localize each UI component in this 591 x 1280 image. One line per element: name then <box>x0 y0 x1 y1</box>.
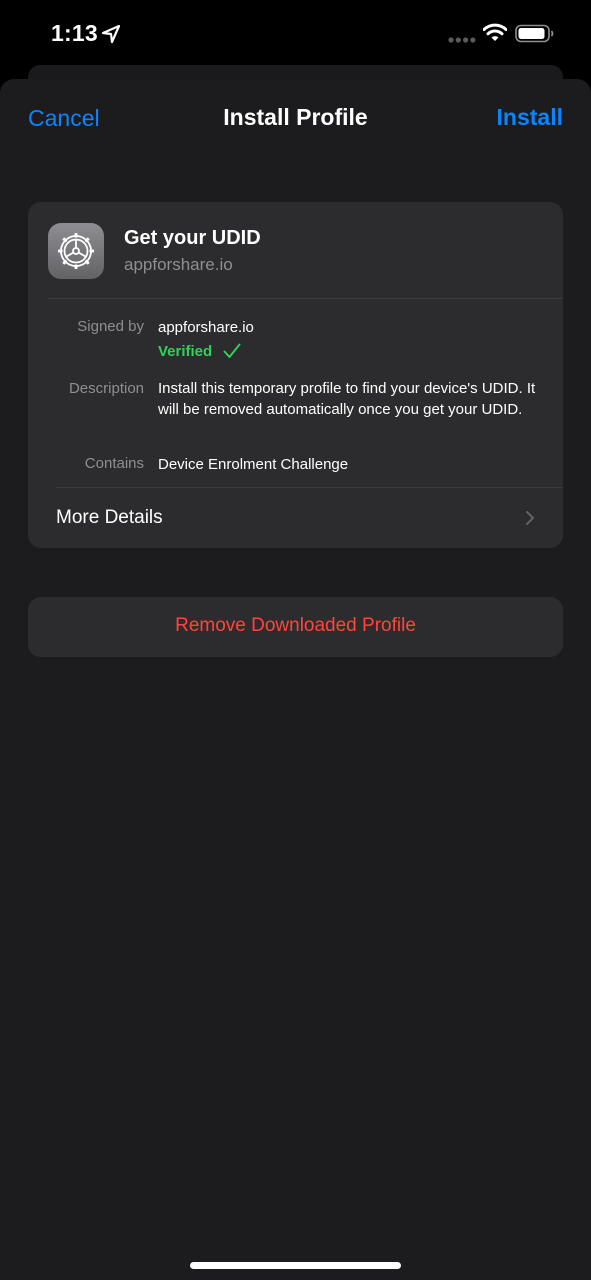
battery-icon <box>515 24 554 43</box>
status-time: 1:13 <box>51 20 98 46</box>
signed-by-value: appforshare.io <box>158 319 254 336</box>
profile-domain: appforshare.io <box>124 255 233 274</box>
checkmark-icon <box>223 343 241 358</box>
location-arrow-icon <box>101 24 121 44</box>
profile-card: Get your UDID appforshare.io Signed by a… <box>28 202 563 548</box>
remove-downloaded-profile-label: Remove Downloaded Profile <box>175 615 416 636</box>
profile-name: Get your UDID <box>124 227 261 249</box>
verified-label: Verified <box>158 343 213 360</box>
more-details-row[interactable]: More Details <box>28 488 563 548</box>
contains-label: Contains <box>84 455 144 472</box>
home-indicator[interactable] <box>190 1262 401 1269</box>
status-bar: 1:13 <box>0 0 591 66</box>
more-details-label: More Details <box>56 507 163 528</box>
contains-value: Device Enrolment Challenge <box>158 456 349 473</box>
remove-downloaded-profile-button[interactable]: Remove Downloaded Profile <box>28 597 563 657</box>
divider <box>48 298 563 299</box>
signed-by-label: Signed by <box>77 318 144 335</box>
signal-dots-icon <box>448 37 476 43</box>
chevron-right-icon <box>526 511 534 525</box>
install-button[interactable]: Install <box>497 104 563 131</box>
description-value: Install this temporary profile to find y… <box>158 380 536 418</box>
wifi-icon <box>483 23 507 41</box>
settings-gear-icon <box>48 223 104 279</box>
description-label: Description <box>68 380 144 397</box>
